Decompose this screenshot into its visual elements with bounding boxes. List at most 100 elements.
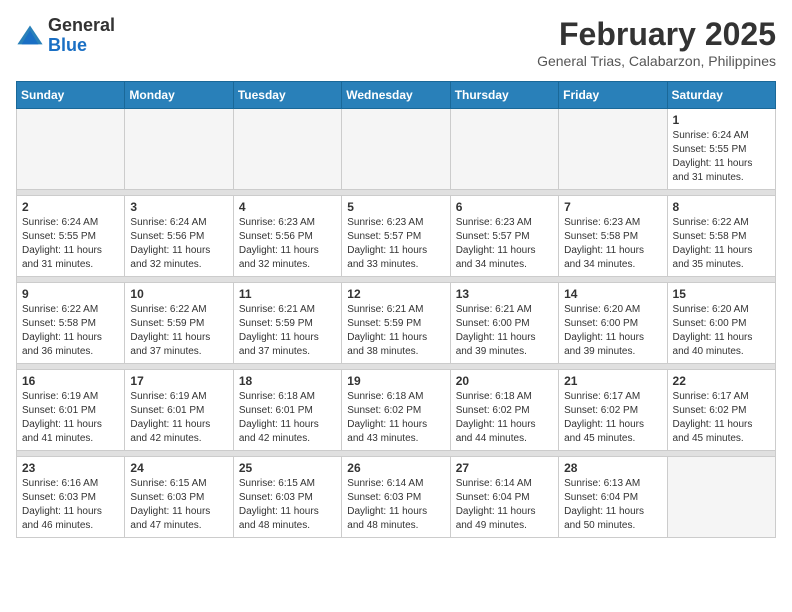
calendar-cell: [667, 457, 775, 538]
day-info: Sunrise: 6:22 AM Sunset: 5:58 PM Dayligh…: [22, 303, 119, 359]
day-number: 9: [22, 287, 119, 301]
day-number: 17: [130, 374, 227, 388]
calendar-cell: 1Sunrise: 6:24 AM Sunset: 5:55 PM Daylig…: [667, 109, 775, 190]
day-number: 4: [239, 200, 336, 214]
day-number: 13: [456, 287, 553, 301]
calendar-cell: 23 Sunrise: 6:16 AM Sunset: 6:03 PM Dayli…: [17, 457, 125, 538]
day-info: Sunrise: 6:22 AM Sunset: 5:58 PM Dayligh…: [673, 216, 770, 272]
calendar-cell: 13 Sunrise: 6:21 AM Sunset: 6:00 PM Dayli…: [450, 283, 558, 364]
day-number: 10: [130, 287, 227, 301]
calendar-cell: 4 Sunrise: 6:23 AM Sunset: 5:56 PM Daylig…: [233, 196, 341, 277]
day-number: 16: [22, 374, 119, 388]
day-number: 1: [673, 113, 770, 127]
day-number: 14: [564, 287, 661, 301]
calendar-cell: 9 Sunrise: 6:22 AM Sunset: 5:58 PM Daylig…: [17, 283, 125, 364]
week-row: 2 Sunrise: 6:24 AM Sunset: 5:55 PM Daylig…: [17, 196, 776, 277]
day-info: Sunrise: 6:23 AM Sunset: 5:57 PM Dayligh…: [347, 216, 444, 272]
day-info: Sunrise: 6:20 AM Sunset: 6:00 PM Dayligh…: [673, 303, 770, 359]
day-info: Sunrise: 6:16 AM Sunset: 6:03 PM Dayligh…: [22, 477, 119, 533]
day-number: 7: [564, 200, 661, 214]
day-number: 27: [456, 461, 553, 475]
page-header: General Blue February 2025 General Trias…: [16, 16, 776, 69]
title-block: February 2025 General Trias, Calabarzon,…: [537, 16, 776, 69]
week-row: 1Sunrise: 6:24 AM Sunset: 5:55 PM Daylig…: [17, 109, 776, 190]
calendar-cell: [342, 109, 450, 190]
weekday-header-row: SundayMondayTuesdayWednesdayThursdayFrid…: [17, 82, 776, 109]
day-info: Sunrise: 6:24 AM Sunset: 5:56 PM Dayligh…: [130, 216, 227, 272]
calendar-cell: 8Sunrise: 6:22 AM Sunset: 5:58 PM Daylig…: [667, 196, 775, 277]
logo-blue-text: Blue: [48, 35, 87, 55]
day-number: 28: [564, 461, 661, 475]
day-info: Sunrise: 6:18 AM Sunset: 6:02 PM Dayligh…: [456, 390, 553, 446]
day-number: 23: [22, 461, 119, 475]
logo: General Blue: [16, 16, 115, 56]
day-info: Sunrise: 6:15 AM Sunset: 6:03 PM Dayligh…: [130, 477, 227, 533]
week-row: 9 Sunrise: 6:22 AM Sunset: 5:58 PM Daylig…: [17, 283, 776, 364]
day-info: Sunrise: 6:21 AM Sunset: 5:59 PM Dayligh…: [239, 303, 336, 359]
calendar-cell: 27 Sunrise: 6:14 AM Sunset: 6:04 PM Dayli…: [450, 457, 558, 538]
calendar-cell: 12Sunrise: 6:21 AM Sunset: 5:59 PM Dayli…: [342, 283, 450, 364]
day-number: 19: [347, 374, 444, 388]
calendar-cell: 22 Sunrise: 6:17 AM Sunset: 6:02 PM Dayli…: [667, 370, 775, 451]
day-info: Sunrise: 6:22 AM Sunset: 5:59 PM Dayligh…: [130, 303, 227, 359]
day-info: Sunrise: 6:21 AM Sunset: 5:59 PM Dayligh…: [347, 303, 444, 359]
calendar-cell: 17 Sunrise: 6:19 AM Sunset: 6:01 PM Dayli…: [125, 370, 233, 451]
day-info: Sunrise: 6:21 AM Sunset: 6:00 PM Dayligh…: [456, 303, 553, 359]
calendar-cell: [559, 109, 667, 190]
calendar-cell: 15 Sunrise: 6:20 AM Sunset: 6:00 PM Dayli…: [667, 283, 775, 364]
calendar-cell: 26 Sunrise: 6:14 AM Sunset: 6:03 PM Dayli…: [342, 457, 450, 538]
day-info: Sunrise: 6:23 AM Sunset: 5:56 PM Dayligh…: [239, 216, 336, 272]
day-info: Sunrise: 6:23 AM Sunset: 5:57 PM Dayligh…: [456, 216, 553, 272]
weekday-header: Sunday: [17, 82, 125, 109]
calendar-cell: 11 Sunrise: 6:21 AM Sunset: 5:59 PM Dayli…: [233, 283, 341, 364]
calendar-cell: 21 Sunrise: 6:17 AM Sunset: 6:02 PM Dayli…: [559, 370, 667, 451]
calendar-cell: 14 Sunrise: 6:20 AM Sunset: 6:00 PM Dayli…: [559, 283, 667, 364]
calendar-cell: 19 Sunrise: 6:18 AM Sunset: 6:02 PM Dayli…: [342, 370, 450, 451]
month-year-title: February 2025: [537, 16, 776, 53]
day-number: 15: [673, 287, 770, 301]
calendar-cell: 2 Sunrise: 6:24 AM Sunset: 5:55 PM Daylig…: [17, 196, 125, 277]
day-info: Sunrise: 6:18 AM Sunset: 6:01 PM Dayligh…: [239, 390, 336, 446]
calendar-table: SundayMondayTuesdayWednesdayThursdayFrid…: [16, 81, 776, 538]
day-info: Sunrise: 6:19 AM Sunset: 6:01 PM Dayligh…: [130, 390, 227, 446]
day-info: Sunrise: 6:14 AM Sunset: 6:03 PM Dayligh…: [347, 477, 444, 533]
day-number: 25: [239, 461, 336, 475]
calendar-cell: 16 Sunrise: 6:19 AM Sunset: 6:01 PM Dayli…: [17, 370, 125, 451]
weekday-header: Thursday: [450, 82, 558, 109]
calendar-cell: [450, 109, 558, 190]
day-number: 22: [673, 374, 770, 388]
calendar-cell: 5Sunrise: 6:23 AM Sunset: 5:57 PM Daylig…: [342, 196, 450, 277]
calendar-cell: [17, 109, 125, 190]
day-number: 20: [456, 374, 553, 388]
calendar-cell: 3 Sunrise: 6:24 AM Sunset: 5:56 PM Daylig…: [125, 196, 233, 277]
day-number: 21: [564, 374, 661, 388]
calendar-cell: 20 Sunrise: 6:18 AM Sunset: 6:02 PM Dayli…: [450, 370, 558, 451]
day-info: Sunrise: 6:24 AM Sunset: 5:55 PM Dayligh…: [22, 216, 119, 272]
calendar-cell: 18 Sunrise: 6:18 AM Sunset: 6:01 PM Dayli…: [233, 370, 341, 451]
calendar-cell: [233, 109, 341, 190]
calendar-cell: 28Sunrise: 6:13 AM Sunset: 6:04 PM Dayli…: [559, 457, 667, 538]
day-number: 2: [22, 200, 119, 214]
logo-icon: [16, 22, 44, 50]
day-info: Sunrise: 6:19 AM Sunset: 6:01 PM Dayligh…: [22, 390, 119, 446]
week-row: 16 Sunrise: 6:19 AM Sunset: 6:01 PM Dayli…: [17, 370, 776, 451]
weekday-header: Friday: [559, 82, 667, 109]
week-row: 23 Sunrise: 6:16 AM Sunset: 6:03 PM Dayli…: [17, 457, 776, 538]
weekday-header: Wednesday: [342, 82, 450, 109]
day-info: Sunrise: 6:14 AM Sunset: 6:04 PM Dayligh…: [456, 477, 553, 533]
day-info: Sunrise: 6:18 AM Sunset: 6:02 PM Dayligh…: [347, 390, 444, 446]
calendar-cell: 24Sunrise: 6:15 AM Sunset: 6:03 PM Dayli…: [125, 457, 233, 538]
logo-general-text: General: [48, 15, 115, 35]
day-number: 26: [347, 461, 444, 475]
day-info: Sunrise: 6:17 AM Sunset: 6:02 PM Dayligh…: [564, 390, 661, 446]
day-info: Sunrise: 6:15 AM Sunset: 6:03 PM Dayligh…: [239, 477, 336, 533]
weekday-header: Monday: [125, 82, 233, 109]
calendar-cell: 7Sunrise: 6:23 AM Sunset: 5:58 PM Daylig…: [559, 196, 667, 277]
day-info: Sunrise: 6:17 AM Sunset: 6:02 PM Dayligh…: [673, 390, 770, 446]
day-number: 11: [239, 287, 336, 301]
day-number: 3: [130, 200, 227, 214]
day-number: 18: [239, 374, 336, 388]
calendar-cell: 6Sunrise: 6:23 AM Sunset: 5:57 PM Daylig…: [450, 196, 558, 277]
calendar-cell: 10 Sunrise: 6:22 AM Sunset: 5:59 PM Dayli…: [125, 283, 233, 364]
day-info: Sunrise: 6:20 AM Sunset: 6:00 PM Dayligh…: [564, 303, 661, 359]
